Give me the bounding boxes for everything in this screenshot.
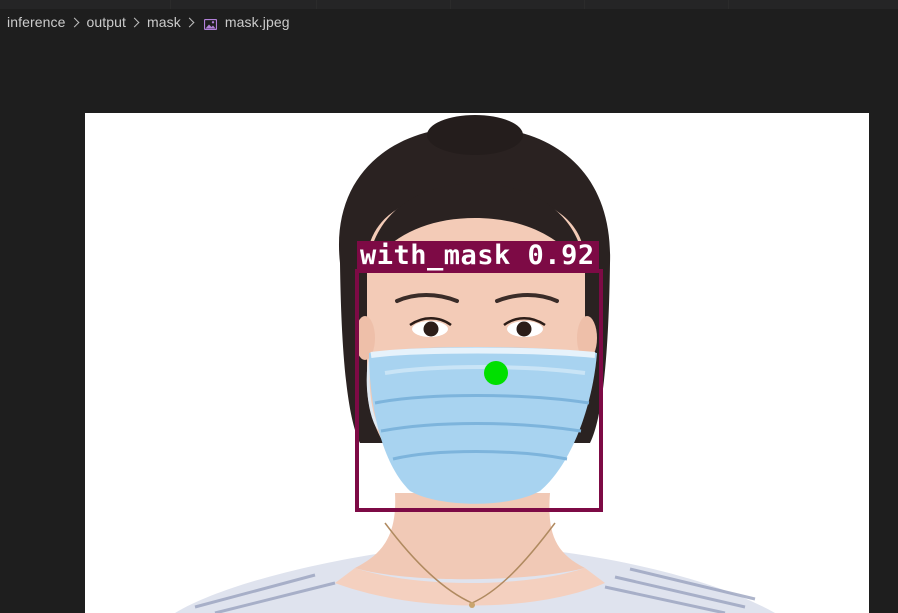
breadcrumb-item-output[interactable]: output [87,14,127,30]
chevron-right-icon [69,17,79,27]
image-file-icon [203,17,217,30]
tab-segment[interactable] [0,0,171,9]
mask-photo [175,115,775,613]
chevron-right-icon [184,17,195,27]
breadcrumb-item-inference[interactable]: inference [7,14,66,30]
tab-segment[interactable] [171,0,317,9]
breadcrumb-item-mask[interactable]: mask [147,14,181,30]
tab-segment[interactable] [451,0,585,9]
breadcrumb: inference output mask mask.jpeg [7,11,290,33]
detection-label: with_mask 0.92 [357,241,599,271]
image-preview: with_mask 0.92 [85,113,869,613]
tab-segment[interactable] [585,0,729,9]
breadcrumb-item-file[interactable]: mask.jpeg [225,14,290,30]
tab-strip [0,0,898,9]
chevron-right-icon [129,17,140,27]
tab-segment[interactable] [317,0,451,9]
